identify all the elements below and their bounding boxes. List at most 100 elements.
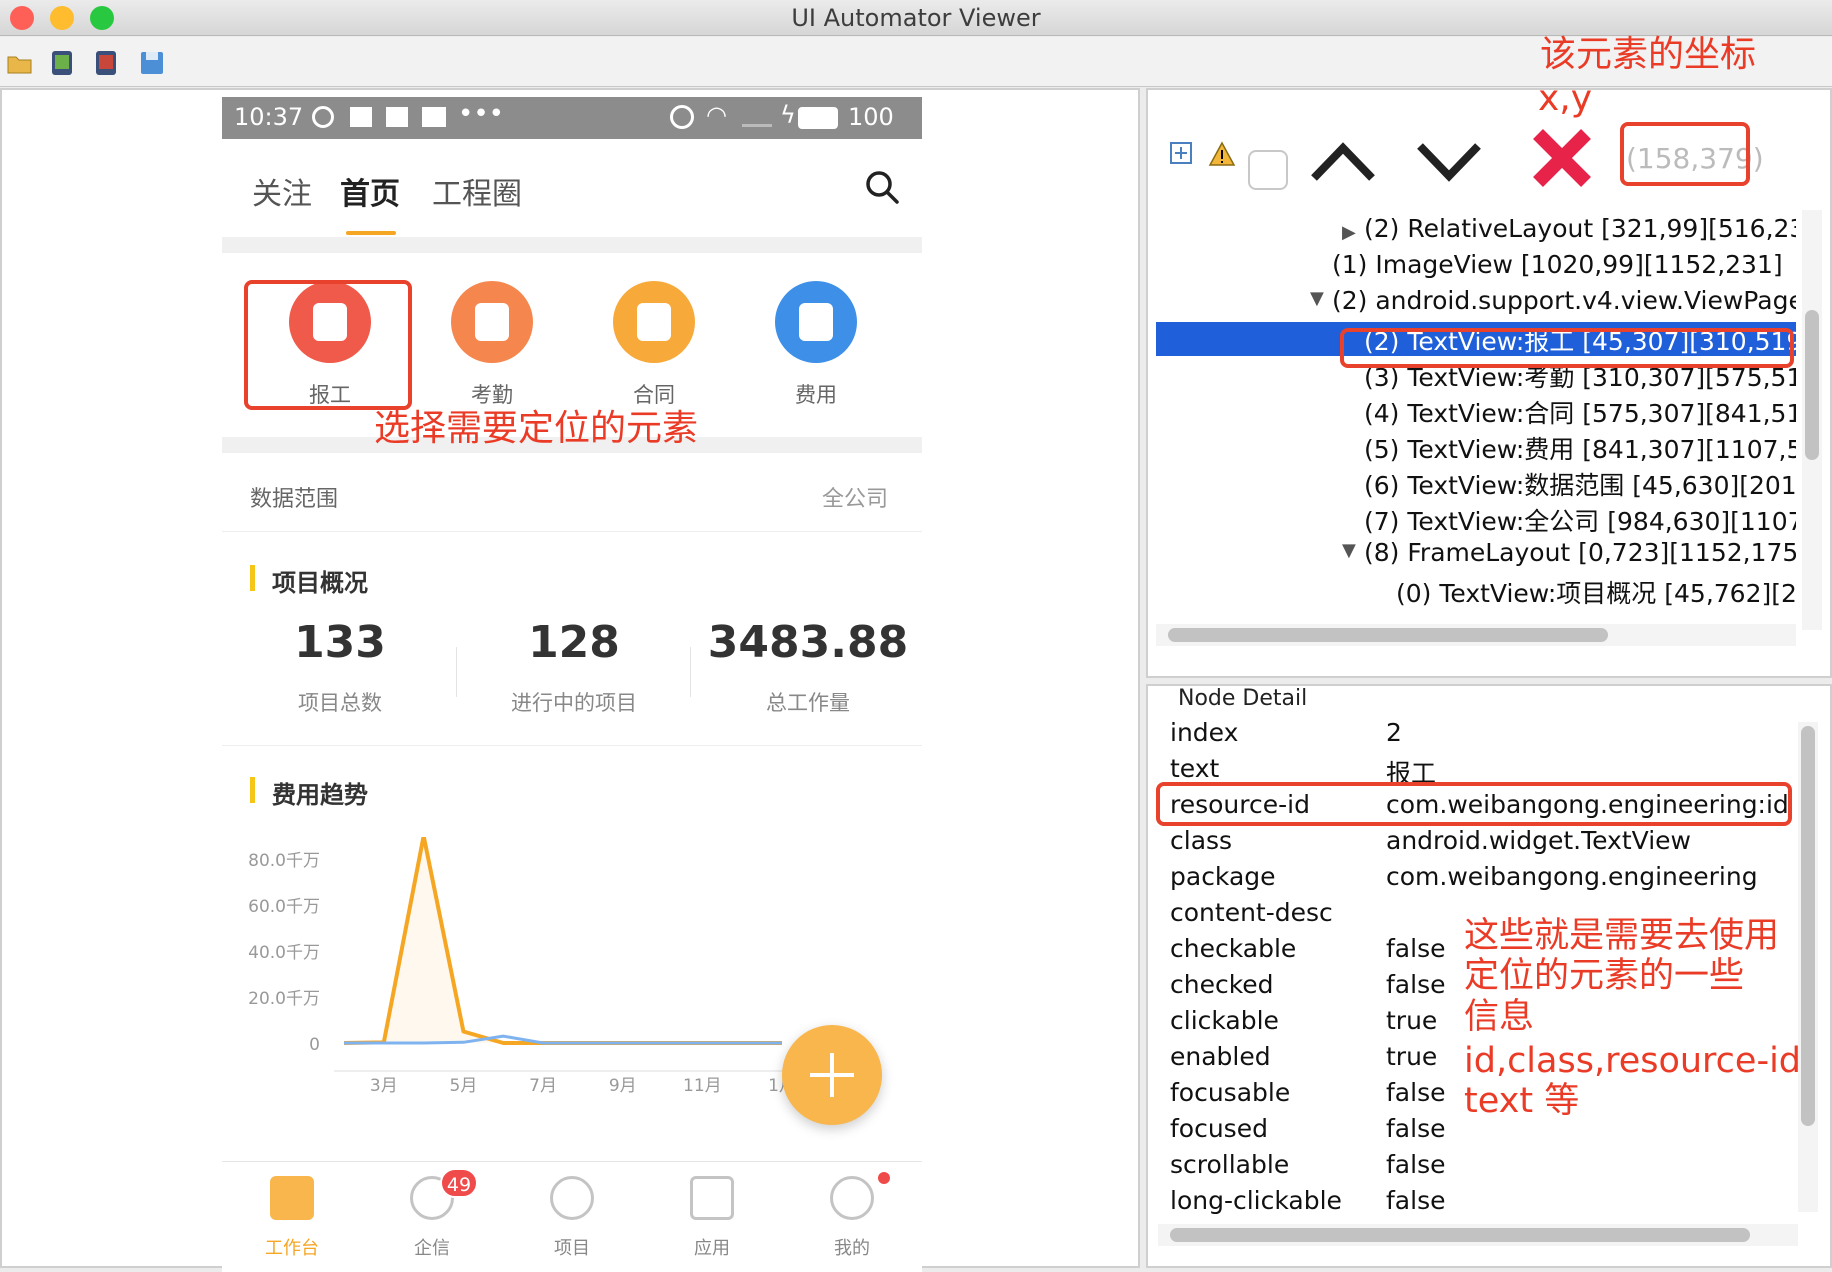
more-icon: ••• (458, 99, 505, 129)
device-screenshot-icon[interactable] (48, 49, 76, 77)
tree-node[interactable]: (0) TextView:项目概况 [45,762][200,800] (1396, 574, 1796, 610)
divider (456, 647, 457, 697)
open-folder-icon[interactable] (6, 49, 34, 77)
chevron-up-icon[interactable] (1308, 136, 1378, 186)
annotation-highlight-tree-row (1340, 328, 1794, 368)
status-bar: 10:37 ••• ◠ ϟ 100 (222, 97, 922, 139)
battery-icon (798, 107, 838, 129)
vertical-scrollbar[interactable] (1802, 210, 1822, 630)
section-divider (222, 237, 922, 253)
stat-label: 项目总数 (298, 691, 382, 715)
tree-node[interactable]: (5) TextView:费用 [841,307][1107,519] (1364, 430, 1796, 466)
stat-value: 133 (294, 617, 386, 668)
close-icon[interactable] (1530, 126, 1594, 190)
notification-dot (878, 1172, 890, 1184)
tree-node[interactable]: (2) android.support.v4.view.ViewPager (1332, 286, 1796, 315)
contract-icon (613, 281, 695, 363)
nav-label: 企信 (414, 1238, 450, 1259)
expanded-arrow-icon[interactable]: ▼ (1342, 540, 1356, 561)
horizontal-scrollbar[interactable] (1156, 624, 1796, 646)
y-tick-label: 0 (309, 1035, 320, 1055)
device-screen[interactable]: 10:37 ••• ◠ ϟ 100 关注 首页 工程圈 报工 考勤 合同 费用 … (222, 97, 922, 1272)
annotation-coords-label: 该元素的坐标 (1540, 34, 1757, 75)
charging-icon: ϟ (780, 101, 796, 129)
tab-follow[interactable]: 关注 (252, 169, 312, 213)
news-icon (350, 107, 372, 127)
tree-node[interactable]: (2) RelativeLayout [321,99][516,231] (1364, 214, 1796, 243)
window-title: UI Automator Viewer (791, 4, 1041, 32)
horizontal-scrollbar[interactable] (1158, 1224, 1798, 1246)
data-range-label: 数据范围 (250, 487, 339, 512)
annotation-highlight-resource-id (1156, 782, 1792, 826)
warning-icon[interactable] (1208, 140, 1236, 168)
wifi-icon: ◠ (706, 101, 727, 129)
nav-label: 应用 (694, 1238, 730, 1259)
detail-row[interactable]: index 2 (1158, 716, 1788, 752)
data-range-value[interactable]: 全公司 (822, 481, 888, 513)
detail-row[interactable]: class android.widget.TextView (1158, 824, 1788, 860)
detail-row[interactable]: package com.weibangong.engineering (1158, 860, 1788, 896)
chevron-down-icon[interactable] (1414, 136, 1484, 186)
x-tick-label: 7月 (529, 1076, 557, 1096)
nav-workbench[interactable]: 工作台 (222, 1162, 362, 1272)
device-screenshot-compressed-icon[interactable] (92, 49, 120, 77)
detail-row[interactable]: long-clickable false (1158, 1184, 1788, 1216)
shortcut-contract[interactable]: 合同 (594, 281, 714, 409)
nav-label: 项目 (554, 1238, 590, 1259)
status-time: 10:37 (234, 103, 304, 131)
fingerprint-icon (451, 281, 533, 363)
tree-node[interactable]: (7) TextView:全公司 [984,630][1107,680] (1364, 502, 1796, 538)
nav-mine[interactable]: 我的 (782, 1162, 922, 1272)
toggle-nodes-checkbox[interactable] (1248, 150, 1288, 190)
y-tick-label: 20.0千万 (248, 989, 320, 1009)
tree-node[interactable]: (4) TextView:合同 [575,307][841,519] (1364, 394, 1796, 430)
tree-node[interactable]: (1) ImageView [1020,99][1152,231] (1332, 250, 1783, 279)
expand-all-icon[interactable] (1168, 140, 1196, 168)
section-marker (250, 777, 255, 803)
x-tick-label: 9月 (609, 1076, 637, 1096)
alarm-icon (670, 105, 694, 129)
stat-value: 128 (528, 617, 620, 668)
collapsed-arrow-icon[interactable]: ▶ (1342, 222, 1356, 243)
shortcut-attendance[interactable]: 考勤 (432, 281, 552, 409)
y-tick-label: 60.0千万 (248, 897, 320, 917)
top-tabs: 关注 首页 工程圈 (222, 139, 922, 235)
divider (222, 745, 922, 746)
overview-title: 项目概况 (272, 569, 368, 597)
shortcut-label: 费用 (795, 383, 837, 407)
tab-home[interactable]: 首页 (340, 169, 400, 213)
nav-label: 工作台 (265, 1238, 319, 1259)
unread-badge: 49 (440, 1168, 478, 1198)
do-not-disturb-icon (312, 106, 334, 128)
expense-icon (775, 281, 857, 363)
expanded-arrow-icon[interactable]: ▼ (1310, 288, 1324, 309)
detail-row[interactable]: scrollable false (1158, 1148, 1788, 1184)
annotation-highlight-report (244, 280, 412, 410)
search-icon[interactable] (864, 169, 900, 205)
save-icon[interactable] (138, 49, 166, 77)
signal-icon (742, 109, 772, 127)
cube-icon (690, 1176, 734, 1220)
hierarchy-tree[interactable]: ▶ (2) RelativeLayout [321,99][516,231] (… (1156, 204, 1796, 624)
divider (690, 647, 691, 697)
node-detail-header: Node Detail (1178, 686, 1308, 711)
tree-node[interactable]: (6) TextView:数据范围 [45,630][201,680] (1364, 466, 1796, 502)
nav-label: 我的 (834, 1238, 870, 1259)
profile-icon (830, 1176, 874, 1220)
y-tick-label: 80.0千万 (248, 851, 320, 871)
battery-level: 100 (848, 103, 894, 131)
annotation-highlight-coords (1620, 122, 1750, 186)
mail-icon (386, 107, 408, 127)
tree-node[interactable]: (8) FrameLayout [0,723][1152,1759] (1364, 538, 1796, 567)
shortcut-expense[interactable]: 费用 (756, 281, 876, 409)
nav-apps[interactable]: 应用 (642, 1162, 782, 1272)
trend-title: 费用趋势 (272, 781, 368, 809)
annotation-info: 这些就是需要去使用 定位的元素的一些 信息 id,class,resource-… (1464, 916, 1802, 1121)
x-tick-label: 3月 (370, 1076, 398, 1096)
nav-projects[interactable]: 项目 (502, 1162, 642, 1272)
add-fab-button[interactable] (782, 1025, 882, 1125)
annotation-xy: x,y (1538, 78, 1593, 119)
tab-engineering-circle[interactable]: 工程圈 (432, 169, 522, 213)
nav-messages[interactable]: 49 企信 (362, 1162, 502, 1272)
divider (222, 531, 922, 532)
